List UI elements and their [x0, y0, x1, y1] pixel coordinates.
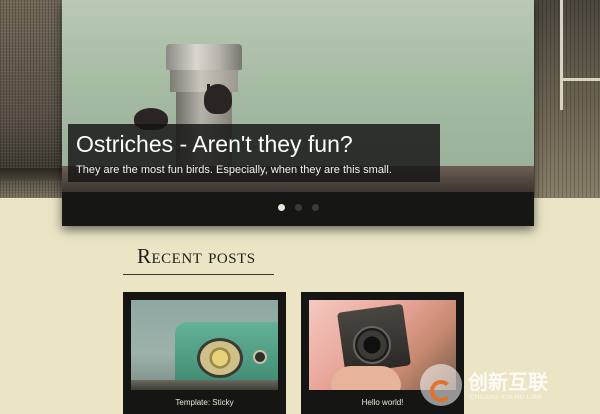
heading-divider [123, 274, 274, 275]
slide-title[interactable]: Ostriches - Aren't they fun? [76, 130, 432, 158]
recent-posts-heading: Recent posts [137, 244, 256, 268]
watermark: 创新互联 CHUANG XIN HU LIAN [420, 358, 600, 414]
watermark-logo-icon [420, 364, 462, 406]
background-bar [560, 78, 600, 81]
background-rail [0, 168, 62, 180]
vintage-radio-image[interactable] [131, 300, 278, 390]
background-photo-right [534, 0, 600, 198]
slide-description: They are the most fun birds. Especially,… [76, 164, 392, 176]
post-title-sticky[interactable]: Template: Sticky [131, 398, 278, 407]
slider-dot-2[interactable] [295, 204, 302, 211]
featured-slider[interactable]: Ostriches - Aren't they fun? They are th… [62, 0, 534, 226]
watermark-subtext: CHUANG XIN HU LIAN [470, 395, 543, 401]
ostrich-neck [207, 84, 210, 100]
background-post [560, 0, 563, 110]
slider-dot-1[interactable] [278, 204, 285, 211]
slider-dot-3[interactable] [312, 204, 319, 211]
watermark-text: 创新互联 [468, 370, 548, 394]
post-card-sticky[interactable]: Template: Sticky [123, 292, 286, 414]
slide-caption: Ostriches - Aren't they fun? They are th… [68, 124, 440, 182]
slider-pagination [62, 192, 534, 226]
slide-image[interactable]: Ostriches - Aren't they fun? They are th… [62, 0, 534, 192]
